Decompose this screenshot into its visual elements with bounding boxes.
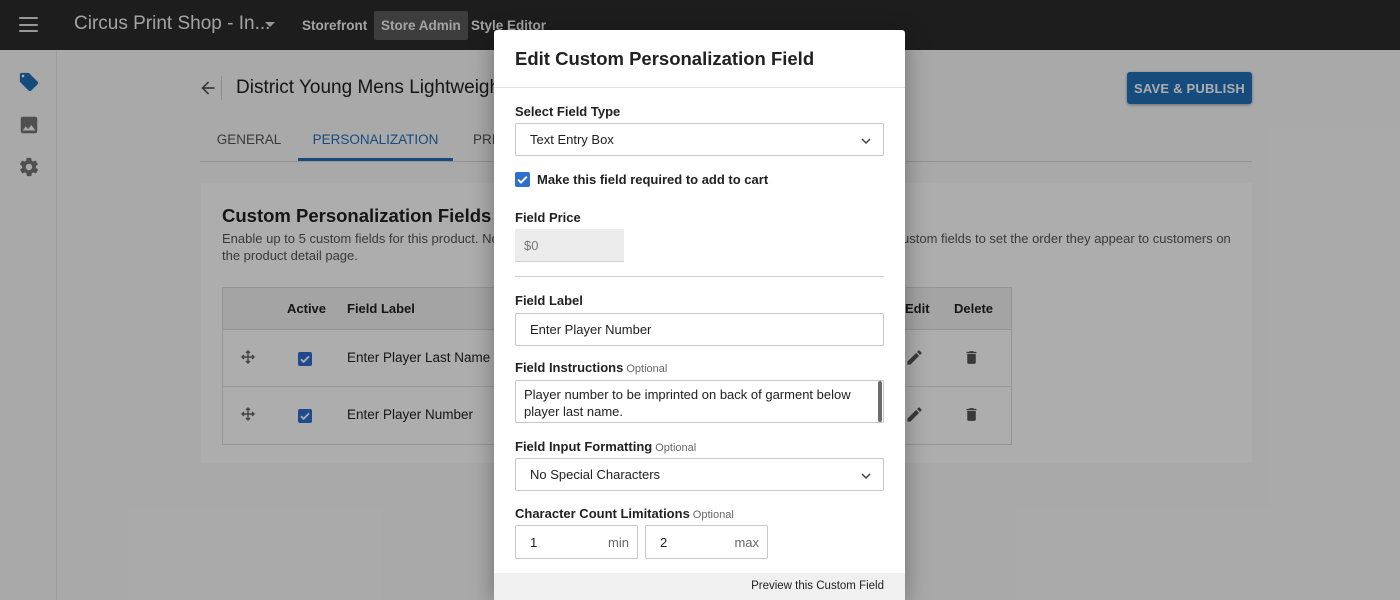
field-price-label: Field Price: [515, 210, 581, 225]
input-formatting-select[interactable]: No Special Characters: [515, 458, 884, 491]
input-formatting-label-text: Field Input Formatting: [515, 439, 653, 454]
field-price-input[interactable]: [515, 229, 624, 262]
divider: [515, 276, 884, 277]
input-formatting-value: No Special Characters: [530, 467, 661, 482]
char-count-label-text: Character Count Limitations: [515, 506, 690, 521]
field-type-label: Select Field Type: [515, 104, 621, 119]
char-max-input[interactable]: [646, 526, 726, 558]
field-instructions-textarea[interactable]: Player number to be imprinted on back of…: [515, 380, 884, 423]
max-unit-label: max: [734, 535, 759, 550]
dialog-footer: Preview this Custom Field: [494, 573, 905, 600]
required-checkbox[interactable]: [515, 172, 530, 187]
textarea-scrollbar[interactable]: [878, 381, 882, 422]
field-label-input[interactable]: [515, 313, 884, 346]
preview-field-link[interactable]: Preview this Custom Field: [751, 580, 884, 592]
required-label[interactable]: Make this field required to add to cart: [537, 172, 768, 187]
optional-tag: Optional: [692, 509, 734, 521]
char-min-input[interactable]: [516, 526, 596, 558]
optional-tag: Optional: [655, 442, 697, 454]
field-instructions-label-text: Field Instructions: [515, 360, 624, 375]
char-min-field: min: [515, 525, 638, 559]
edit-field-dialog: Edit Custom Personalization Field Select…: [494, 30, 905, 600]
chevron-down-icon: [861, 473, 871, 480]
dialog-title: Edit Custom Personalization Field: [515, 48, 815, 69]
chevron-down-icon: [861, 138, 871, 145]
optional-tag: Optional: [626, 363, 668, 375]
min-unit-label: min: [608, 535, 629, 550]
field-type-value: Text Entry Box: [530, 132, 614, 147]
char-max-field: max: [645, 525, 768, 559]
field-label-label: Field Label: [515, 293, 583, 308]
field-type-select[interactable]: Text Entry Box: [515, 123, 884, 156]
field-instructions-label: Field Instructions Optional: [515, 360, 667, 375]
char-count-label: Character Count Limitations Optional: [515, 506, 734, 521]
divider: [494, 87, 905, 88]
input-formatting-label: Field Input Formatting Optional: [515, 439, 696, 454]
